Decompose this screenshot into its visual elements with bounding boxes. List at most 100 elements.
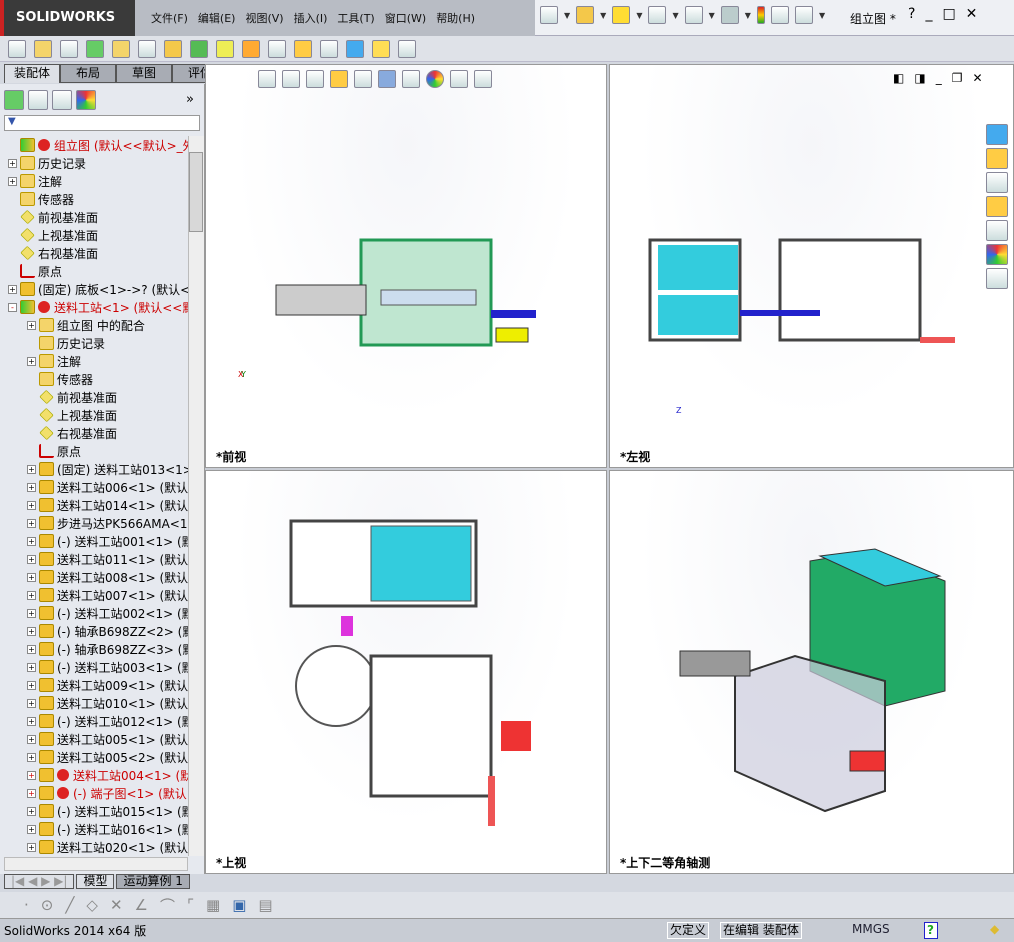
expand-toggle[interactable]: + (27, 356, 36, 366)
expand-toggle[interactable]: + (27, 464, 36, 474)
tree-item[interactable]: 传感器 (0, 370, 188, 388)
bill-of-materials-icon[interactable] (268, 39, 286, 58)
tree-item[interactable]: 原点 (0, 442, 188, 460)
help-icon[interactable]: ? (908, 6, 915, 22)
expand-toggle[interactable]: + (27, 536, 36, 546)
viewport-close-icon[interactable]: ✕ (972, 71, 982, 85)
expand-toggle[interactable]: + (27, 770, 36, 780)
menu-tools[interactable]: 工具(T) (337, 10, 374, 26)
tree-item[interactable]: + 步进马达PK566AMA<1> (0, 514, 188, 532)
zoom-to-area-icon[interactable] (282, 70, 300, 88)
expand-toggle[interactable]: + (8, 284, 17, 294)
menu-edit[interactable]: 编辑(E) (198, 10, 236, 26)
tab-scroll-arrows[interactable]: |◀ ◀ ▶ ▶| (4, 874, 75, 889)
tree-item[interactable]: + 送料工站020<1> (默认< (0, 838, 188, 856)
menu-window[interactable]: 窗口(W) (385, 10, 426, 26)
close-button[interactable]: ✕ (966, 6, 978, 22)
file-explorer-icon[interactable] (986, 196, 1008, 217)
viewport-prev-icon[interactable]: ◧ (893, 71, 904, 85)
appearances-icon[interactable] (986, 244, 1008, 265)
viewport-isometric[interactable]: *上下二等角轴测 (609, 470, 1014, 874)
tree-horizontal-scrollbar[interactable] (4, 857, 188, 871)
undo-icon[interactable] (684, 6, 703, 24)
rectangle-icon[interactable]: ⌜ (187, 896, 194, 914)
exploded-view-icon[interactable] (294, 39, 312, 58)
window-layout-icon[interactable]: ▤ (258, 896, 272, 914)
expand-toggle[interactable]: + (27, 824, 36, 834)
insert-component-icon[interactable] (34, 39, 52, 58)
mate-icon[interactable] (60, 39, 78, 58)
scrollbar-thumb[interactable] (189, 152, 203, 232)
zoom-to-fit-icon[interactable] (258, 70, 276, 88)
viewport-left[interactable]: *左视 (609, 64, 1014, 468)
tree-item[interactable]: 前视基准面 (0, 208, 188, 226)
clearance-verification-icon[interactable] (372, 39, 390, 58)
tree-item[interactable]: 右视基准面 (0, 244, 188, 262)
tag-icon[interactable]: ◆ (988, 922, 1001, 939)
expand-toggle[interactable]: + (27, 644, 36, 654)
expand-toggle[interactable]: + (27, 662, 36, 672)
angle-icon[interactable]: ∠ (135, 896, 148, 914)
interference-detection-icon[interactable] (346, 39, 364, 58)
solidworks-logo[interactable]: SOLIDWORKS (0, 0, 135, 36)
expand-toggle[interactable]: + (27, 806, 36, 816)
expand-toggle[interactable]: + (27, 752, 36, 762)
property-manager-icon[interactable] (28, 90, 48, 110)
tree-item[interactable]: + (固定) 底板<1>->? (默认<< (0, 280, 188, 298)
expand-toggle[interactable]: + (27, 716, 36, 726)
expand-toggle[interactable]: + (27, 788, 36, 798)
expand-toggle[interactable]: + (27, 626, 36, 636)
display-style-icon[interactable] (378, 70, 396, 88)
tree-item[interactable]: 组立图 (默认<<默认>_外观 (0, 136, 188, 154)
expand-toggle[interactable]: + (8, 158, 17, 168)
tab-assembly[interactable]: 装配体 (4, 64, 60, 83)
edit-appearance-icon[interactable] (426, 70, 444, 88)
new-motion-study-icon[interactable] (242, 39, 260, 58)
tree-item[interactable]: + 送料工站011<1> (默认< (0, 550, 188, 568)
view-palette-icon[interactable] (986, 220, 1008, 241)
tree-item[interactable]: 右视基准面 (0, 424, 188, 442)
tree-item[interactable]: + (-) 送料工站001<1> (默i (0, 532, 188, 550)
solidworks-resources-icon[interactable] (986, 124, 1008, 145)
expand-toggle[interactable]: + (27, 554, 36, 564)
custom-properties-icon[interactable] (986, 268, 1008, 289)
new-document-icon[interactable] (540, 6, 558, 24)
print-icon[interactable] (648, 6, 667, 24)
tab-layout[interactable]: 布局 (60, 64, 116, 83)
expand-panel-icon[interactable]: » (186, 92, 194, 107)
tree-item[interactable]: + (-) 轴承B698ZZ<2> (默认 (0, 622, 188, 640)
tree-item[interactable]: 传感器 (0, 190, 188, 208)
expand-toggle[interactable]: + (27, 518, 36, 528)
move-component-icon[interactable] (138, 39, 156, 58)
select-cursor-icon[interactable] (720, 6, 739, 24)
point-icon[interactable]: · (24, 896, 29, 914)
assembly-features-icon[interactable] (190, 39, 208, 58)
expand-toggle[interactable]: + (8, 176, 17, 186)
hide-show-items-icon[interactable] (402, 70, 420, 88)
expand-toggle[interactable]: + (27, 698, 36, 708)
cube-view-icon[interactable]: ▣ (232, 896, 246, 914)
polygon-icon[interactable]: ◇ (86, 896, 98, 914)
tree-item[interactable]: + 送料工站004<1> (默 (0, 766, 188, 784)
tab-model[interactable]: 模型 (76, 874, 115, 889)
tree-item[interactable]: + (-) 端子图<1> (默认< (0, 784, 188, 802)
graphics-area[interactable]: *前视 *左视 *上视 *上下二等角轴测 (205, 64, 1014, 874)
file-properties-icon[interactable] (770, 6, 789, 24)
options-icon[interactable] (794, 6, 813, 24)
units-selector[interactable]: MMGS (850, 922, 892, 939)
edit-component-icon[interactable] (8, 39, 26, 58)
explode-line-sketch-icon[interactable] (320, 39, 338, 58)
viewport-front[interactable]: *前视 (205, 64, 607, 468)
instant3d-icon[interactable] (398, 39, 416, 58)
configuration-manager-icon[interactable] (52, 90, 72, 110)
tree-item[interactable]: + (-) 送料工站016<1> (默i (0, 820, 188, 838)
expand-toggle[interactable]: + (27, 734, 36, 744)
home-icon[interactable] (986, 148, 1008, 169)
help-status-icon[interactable]: ? (924, 922, 938, 939)
menu-view[interactable]: 视图(V) (245, 10, 283, 26)
display-manager-icon[interactable] (76, 90, 96, 110)
tree-item[interactable]: + (-) 送料工站012<1> (默i (0, 712, 188, 730)
tree-item[interactable]: + 送料工站006<1> (默认< (0, 478, 188, 496)
line-icon[interactable]: ╱ (65, 896, 74, 914)
tree-item[interactable]: + (-) 送料工站015<1> (默i (0, 802, 188, 820)
